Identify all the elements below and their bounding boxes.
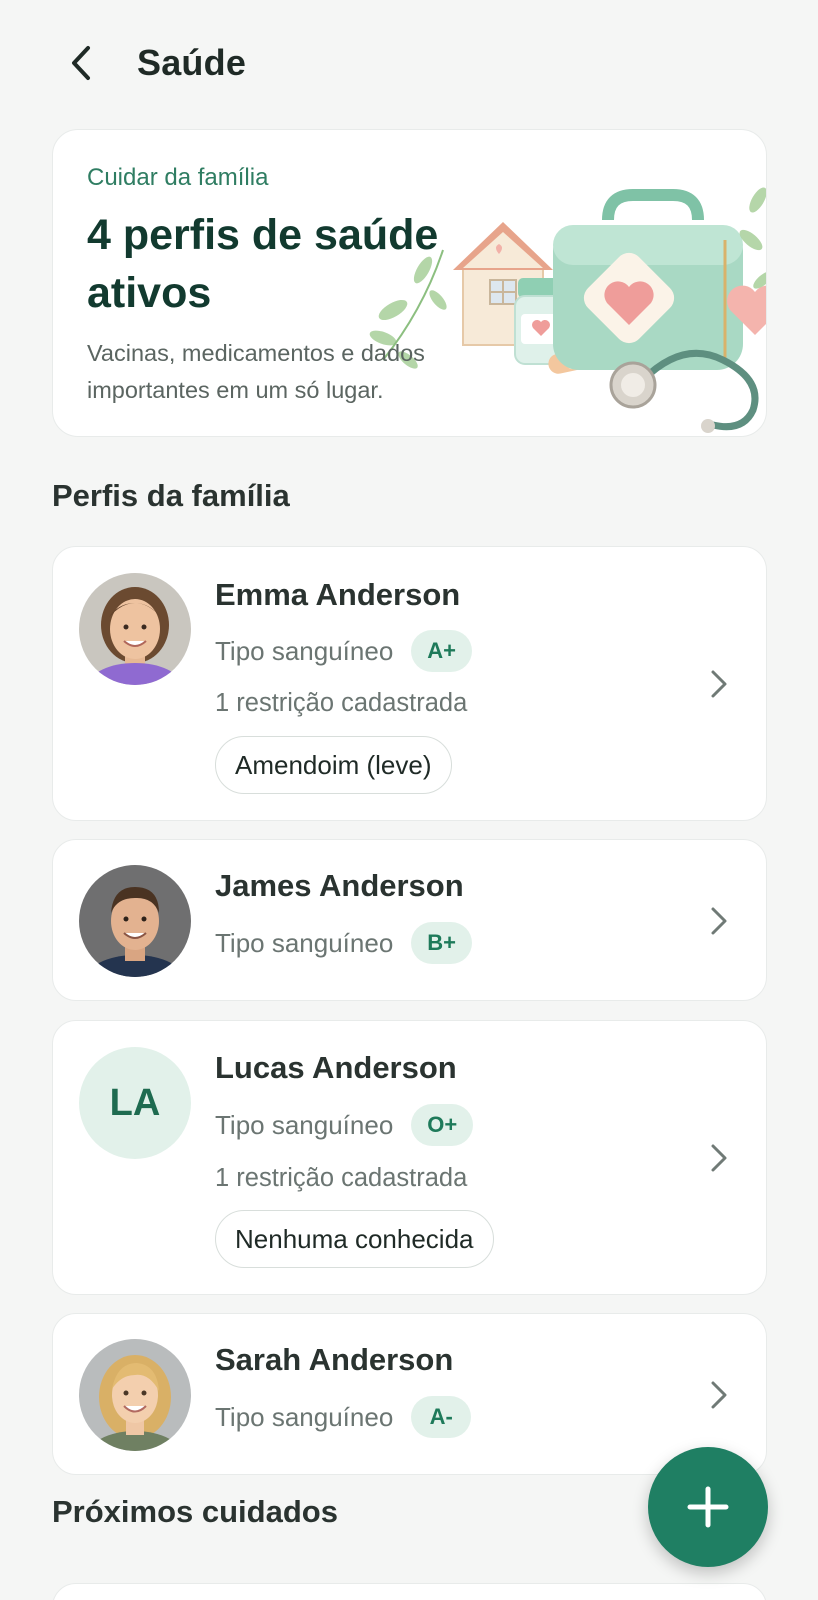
profile-name: Lucas Anderson (215, 1050, 457, 1085)
back-button[interactable] (58, 40, 104, 86)
chevron-right-icon (711, 1144, 727, 1172)
profile-card-james[interactable]: James Anderson Tipo sanguíneo B+ (52, 839, 767, 1001)
top-app-bar: Saúde (0, 0, 818, 130)
hero-title: 4 perfis de saúde ativos (87, 211, 439, 317)
restriction-chip: Nenhuma conhecida (215, 1210, 494, 1268)
restriction-count: 1 restrição cadastrada (215, 1164, 468, 1192)
chevron-left-icon (72, 46, 90, 80)
family-health-summary-card: Cuidar da família 4 perfis de saúde ativ… (52, 129, 767, 437)
avatar (79, 573, 191, 685)
blood-type-label: Tipo sanguíneo (215, 1401, 394, 1432)
blood-type-badge: O+ (411, 1104, 474, 1146)
page-title: Saúde (137, 42, 247, 83)
blood-type-badge: A- (411, 1396, 472, 1438)
profile-card-sarah[interactable]: Sarah Anderson Tipo sanguíneo A- (52, 1313, 767, 1475)
health-screen: Saúde Cuidar da família 4 perfis de saúd… (0, 0, 818, 1600)
avatar (79, 1339, 191, 1451)
blood-type-row: Tipo sanguíneo A- (215, 1396, 472, 1438)
chevron-right-icon (711, 1381, 727, 1409)
avatar-initials: LA (79, 1047, 191, 1159)
profile-name: Sarah Anderson (215, 1342, 454, 1377)
blood-type-row: Tipo sanguíneo A+ (215, 630, 473, 672)
blood-type-badge: A+ (411, 630, 473, 672)
restriction-chip: Amendoim (leve) (215, 736, 452, 794)
profile-name: Emma Anderson (215, 577, 461, 612)
blood-type-label: Tipo sanguíneo (215, 635, 394, 666)
chevron-right-icon (711, 907, 727, 935)
blood-type-label: Tipo sanguíneo (215, 1109, 394, 1140)
blood-type-row: Tipo sanguíneo B+ (215, 922, 473, 964)
plus-icon (687, 1486, 729, 1528)
profile-card-emma[interactable]: Emma Anderson Tipo sanguíneo A+ 1 restri… (52, 546, 767, 821)
profile-name: James Anderson (215, 868, 464, 903)
hero-description: Vacinas, medicamentos e dados importante… (87, 340, 425, 403)
family-profiles-heading: Perfis da família (52, 478, 290, 513)
blood-type-row: Tipo sanguíneo O+ (215, 1104, 474, 1146)
profile-card-lucas[interactable]: LA Lucas Anderson Tipo sanguíneo O+ 1 re… (52, 1020, 767, 1295)
blood-type-badge: B+ (411, 922, 473, 964)
chevron-right-icon (711, 670, 727, 698)
blood-type-label: Tipo sanguíneo (215, 927, 394, 958)
hero-eyebrow: Cuidar da família (87, 164, 269, 191)
avatar (79, 865, 191, 977)
restriction-count: 1 restrição cadastrada (215, 689, 468, 717)
upcoming-care-card[interactable] (52, 1583, 767, 1600)
add-profile-button[interactable] (648, 1447, 768, 1567)
upcoming-care-heading: Próximos cuidados (52, 1494, 338, 1529)
